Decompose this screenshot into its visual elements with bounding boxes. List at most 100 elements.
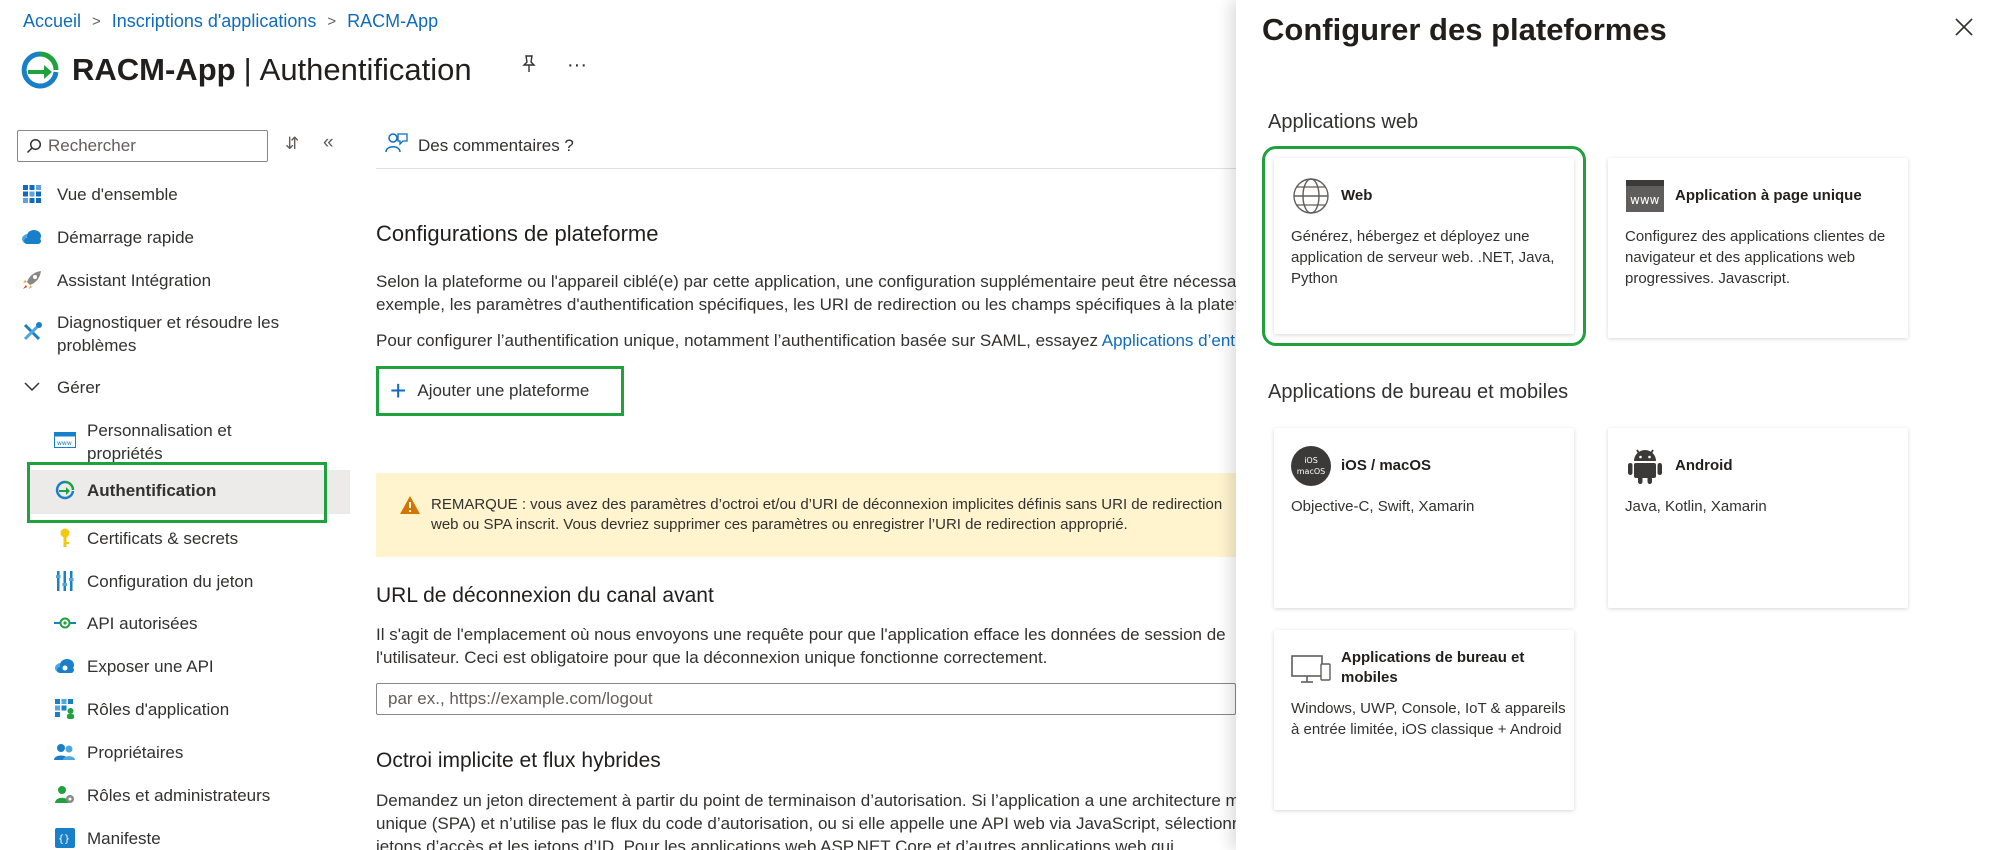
sidebar-item-roles-admins[interactable]: Rôles et administrateurs (53, 784, 270, 807)
platform-config-text-1: Selon la plateforme ou l'appareil ciblé(… (376, 272, 1236, 291)
sort-toggle-icon[interactable]: ⇵ (285, 134, 299, 154)
sidebar-item-label: Configuration du jeton (87, 572, 254, 591)
svg-text:{}: {} (58, 834, 70, 845)
more-options-icon[interactable]: ··· (567, 54, 587, 77)
sidebar-group-manage[interactable]: Gérer (21, 376, 100, 399)
feedback-label: Des commentaires ? (418, 135, 574, 155)
manifest-icon: {} (53, 827, 77, 849)
sidebar-item-integration-assistant[interactable]: Assistant Intégration (21, 269, 211, 292)
sidebar-item-owners[interactable]: Propriétaires (53, 741, 183, 764)
platform-card-description: Objective-C, Swift, Xamarin (1291, 498, 1475, 515)
warning-text-1: REMARQUE : vous avez des paramètres d’oc… (431, 496, 1223, 513)
sidebar-item-label: Propriétaires (87, 743, 184, 762)
sidebar-search[interactable] (17, 130, 268, 162)
feedback-icon (384, 132, 408, 159)
breadcrumb-home[interactable]: Accueil (23, 11, 81, 32)
android-icon (1625, 446, 1665, 486)
close-icon[interactable] (1953, 16, 1975, 38)
collapse-sidebar-icon[interactable]: « (323, 132, 334, 154)
search-input[interactable] (48, 136, 258, 156)
platform-card-ios[interactable]: iOS macOS iOS / macOS Objective-C, Swift,… (1274, 428, 1574, 608)
chevron-right-icon: > (327, 13, 337, 30)
platform-card-description: Configurez des applications clientes de … (1625, 228, 1886, 287)
sidebar-item-label: API autorisées (87, 614, 198, 633)
add-platform-label: Ajouter une plateforme (417, 381, 590, 400)
feedback-button[interactable]: Des commentaires ? (384, 132, 574, 159)
rocket-icon (21, 269, 43, 291)
key-icon (53, 527, 77, 549)
sidebar-item-label: Certificats & secrets (87, 529, 239, 548)
platform-card-spa[interactable]: www Application à page unique Configurez… (1608, 158, 1908, 338)
sidebar-item-branding[interactable]: www Personnalisation et propriétés (53, 419, 293, 465)
highlight-box (27, 462, 327, 523)
breadcrumb: Accueil > Inscriptions d'applications > … (23, 11, 438, 32)
sidebar-item-label: Personnalisation et propriétés (87, 421, 232, 463)
logout-url-input[interactable] (376, 683, 1236, 715)
implicit-grant-text-2: unique (SPA) et n’utilise pas le flux du… (376, 814, 1236, 833)
platform-card-android[interactable]: Android Java, Kotlin, Xamarin (1608, 428, 1908, 608)
sidebar-item-label: Diagnostiquer et résoudre les problèmes (57, 313, 280, 355)
panel-title: Configurer des plateformes (1262, 12, 1667, 47)
sidebar-item-overview[interactable]: Vue d'ensemble (21, 183, 178, 206)
sidebar-item-diagnose[interactable]: Diagnostiquer et résoudre les problèmes (21, 311, 296, 357)
breadcrumb-app[interactable]: RACM-App (347, 11, 438, 32)
svg-text:www: www (57, 440, 72, 447)
sidebar-item-token-configuration[interactable]: Configuration du jeton (53, 570, 253, 593)
ios-badge-text: iOS (1304, 456, 1318, 465)
platform-card-name: Android (1675, 457, 1733, 474)
platform-config-heading: Configurations de plateforme (376, 221, 659, 246)
cloud-icon (21, 226, 43, 248)
platform-card-name: Applications de bureau et mobiles (1341, 649, 1525, 686)
implicit-grant-heading: Octroi implicite et flux hybrides (376, 749, 661, 772)
logout-url-heading: URL de déconnexion du canal avant (376, 584, 714, 607)
sidebar-item-label: Gérer (57, 378, 101, 397)
breadcrumb-registrations[interactable]: Inscriptions d'applications (112, 11, 317, 32)
sidebar-item-label: Assistant Intégration (57, 271, 212, 290)
page-title: RACM-App | Authentification (72, 52, 472, 88)
enterprise-apps-link[interactable]: Applications d’entreprise (1102, 331, 1236, 350)
sidebar-item-label: Rôles et administrateurs (87, 786, 271, 805)
warning-text-2: web ou SPA inscrit. Vous devriez supprim… (431, 516, 1128, 533)
sidebar-item-quickstart[interactable]: Démarrage rapide (21, 226, 194, 249)
platform-card-description: Java, Kotlin, Xamarin (1625, 498, 1767, 515)
configure-platforms-panel: Configurer des plateformes Applications … (1236, 0, 1995, 850)
chevron-down-icon (21, 376, 43, 398)
globe-icon (1291, 176, 1331, 216)
platform-card-desktop[interactable]: Applications de bureau et mobiles Window… (1274, 630, 1574, 810)
logout-url-text-2: l'utilisateur. Ceci est obligatoire pour… (376, 648, 1048, 667)
cloud-expose-icon (53, 655, 77, 677)
sidebar-item-label: Vue d'ensemble (57, 185, 178, 204)
chevron-right-icon: > (92, 13, 101, 30)
token-bars-icon (53, 570, 77, 592)
implicit-grant-text-3: jetons d’accès et les jetons d’ID. Pour … (376, 837, 1174, 850)
branding-icon: www (53, 429, 77, 451)
page-title-section: Authentification (259, 52, 472, 87)
sidebar-item-certificates[interactable]: Certificats & secrets (53, 527, 238, 550)
pin-icon[interactable] (519, 54, 539, 74)
logout-url-text-1: Il s'agit de l'emplacement où nous envoy… (376, 625, 1226, 644)
page-header: RACM-App | Authentification (20, 48, 472, 92)
divider (376, 168, 1236, 169)
app-logo-icon (21, 51, 59, 89)
sidebar-item-label: Manifeste (87, 829, 161, 848)
sidebar-item-app-roles[interactable]: Rôles d'application (53, 698, 229, 721)
platform-card-web[interactable]: Web Générez, hébergez et déployez une ap… (1262, 146, 1586, 346)
page-title-separator: | (243, 52, 252, 87)
platform-card-description: Windows, UWP, Console, IoT & appareils à… (1291, 700, 1566, 738)
platform-config-text-2: exemple, les paramètres d'authentificati… (376, 295, 1236, 314)
search-icon (26, 138, 42, 154)
add-platform-button[interactable]: + Ajouter une plateforme (376, 366, 624, 416)
platform-card-name: Web (1341, 187, 1373, 204)
admin-roles-icon (53, 784, 77, 806)
app-roles-icon (53, 698, 77, 720)
platform-card-name: Application à page unique (1675, 187, 1862, 204)
implicit-grant-text-1: Demandez un jeton directement à partir d… (376, 791, 1236, 810)
sidebar-item-label: Rôles d'application (87, 700, 230, 719)
sso-text: Pour configurer l’authentification uniqu… (376, 329, 1236, 352)
sidebar-item-expose-api[interactable]: Exposer une API (53, 655, 214, 678)
page-title-app: RACM-App (72, 52, 236, 87)
sidebar-item-manifest[interactable]: {} Manifeste (53, 827, 161, 850)
sidebar-item-api-permissions[interactable]: API autorisées (53, 612, 198, 635)
platform-card-description: Générez, hébergez et déployez une applic… (1291, 228, 1555, 287)
desktop-mobile-section-heading: Applications de bureau et mobiles (1268, 381, 1569, 403)
